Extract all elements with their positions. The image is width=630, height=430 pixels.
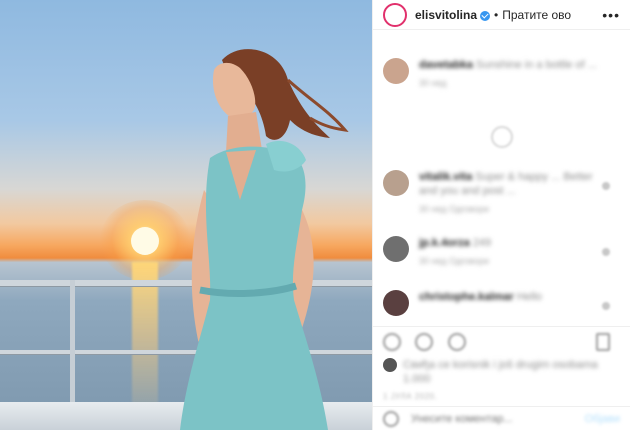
comment-avatar[interactable]	[383, 58, 409, 84]
comment-avatar[interactable]	[383, 236, 409, 262]
comment-item: jp.k.4orza 249 30 нед Одговори	[383, 236, 620, 266]
post-date: 1 ЈУЛА 2020.	[383, 392, 438, 401]
bookmark-icon[interactable]	[596, 333, 610, 351]
like-heart-icon[interactable]	[383, 333, 401, 351]
comment-avatar[interactable]	[383, 290, 409, 316]
comment-avatar[interactable]	[383, 170, 409, 196]
likes-summary: Свиђа се korisnik i još drugim osobama 1…	[383, 358, 619, 386]
post-photo[interactable]	[0, 0, 372, 430]
comment-username[interactable]: jp.k.4orza	[419, 237, 470, 249]
likes-text[interactable]: Свиђа се korisnik i još drugim osobama 1…	[403, 358, 619, 386]
comment-text: Sunshine in a bottle of ...	[475, 59, 597, 71]
woman-figure	[180, 49, 349, 430]
comment-meta: 30 нед Одговори	[419, 204, 489, 214]
comment-input[interactable]	[411, 412, 561, 425]
comment-meta: 30 нед	[419, 78, 447, 88]
comment-bubble-icon[interactable]	[415, 333, 434, 351]
author-username[interactable]: elisvitolina	[415, 8, 477, 22]
verified-badge-icon	[480, 10, 491, 21]
comment-meta: 30 нед Одговори	[419, 256, 489, 266]
comment-username[interactable]: christophe.kalmar	[419, 291, 514, 303]
post-comment-button[interactable]: Објави	[585, 413, 620, 425]
load-more-comments-icon[interactable]	[491, 126, 513, 148]
comment-item: vitalik.vita Super & happy ... Better an…	[383, 170, 620, 214]
comment-item: christophe.kalmar Hello	[383, 290, 620, 316]
post-actions-bar	[373, 326, 630, 356]
more-horizontal-icon[interactable]: •••	[602, 7, 620, 23]
sun	[131, 227, 159, 255]
railing-post	[70, 280, 75, 410]
comment-username[interactable]: davetabka	[419, 59, 473, 71]
like-comment-heart-icon[interactable]	[602, 182, 610, 190]
author-avatar[interactable]	[383, 2, 407, 27]
liker-avatar[interactable]	[383, 358, 397, 372]
comment-text: 249	[472, 237, 492, 249]
comment-item: davetabka Sunshine in a bottle of ... 30…	[383, 58, 620, 88]
follow-button[interactable]: Пратите ово	[502, 8, 571, 22]
add-comment-bar: Објави	[373, 406, 630, 430]
comment-username[interactable]: vitalik.vita	[419, 171, 472, 183]
post-header: elisvitolina • Пратите ово •••	[373, 0, 630, 30]
comment-text: Hello	[516, 291, 542, 303]
share-send-icon[interactable]	[447, 333, 466, 351]
like-comment-heart-icon[interactable]	[602, 248, 610, 256]
emoji-smiley-icon[interactable]	[383, 410, 399, 427]
post-sidebar: elisvitolina • Пратите ово ••• davetabka…	[372, 0, 630, 430]
separator: •	[494, 7, 499, 22]
like-comment-heart-icon[interactable]	[602, 302, 610, 310]
